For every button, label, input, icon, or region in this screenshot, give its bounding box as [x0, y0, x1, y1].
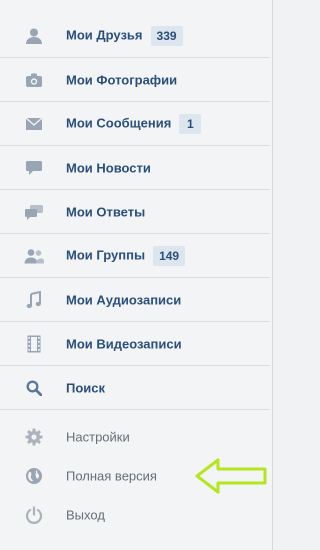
- menu-item-search[interactable]: Поиск: [0, 366, 270, 410]
- menu-item-news[interactable]: Мои Новости: [0, 146, 270, 190]
- globe-icon: [24, 466, 44, 486]
- group-icon: [24, 246, 44, 266]
- friends-count-badge: 339: [150, 25, 183, 46]
- power-icon: [24, 505, 44, 525]
- menu-item-label: Полная версия: [66, 468, 157, 484]
- menu-item-label: Мои Сообщения: [66, 114, 172, 130]
- menu-item-groups[interactable]: Мои Группы 149: [0, 234, 270, 278]
- user-icon: [24, 26, 44, 46]
- menu-item-label: Поиск: [66, 380, 106, 395]
- speech-bubble-icon: [24, 158, 44, 178]
- menu-item-label: Мои Аудиозаписи: [66, 292, 182, 307]
- menu-item-settings[interactable]: Настройки: [0, 415, 270, 459]
- gear-icon: [24, 427, 44, 447]
- annotation-arrow-icon: [195, 458, 267, 494]
- menu-item-label: Мои Группы: [66, 246, 146, 262]
- film-icon: [24, 334, 44, 354]
- menu-item-label: Мои Видеозаписи: [66, 336, 182, 351]
- menu-item-replies[interactable]: Мои Ответы: [0, 190, 270, 234]
- menu-item-messages[interactable]: Мои Сообщения 1: [0, 102, 270, 146]
- menu-item-label: Мои Друзья: [66, 26, 143, 42]
- menu-item-logout[interactable]: Выход: [0, 493, 270, 537]
- menu-item-label: Мои Новости: [66, 160, 151, 175]
- menu-item-audio[interactable]: Мои Аудиозаписи: [0, 278, 270, 322]
- menu-item-video[interactable]: Мои Видеозаписи: [0, 322, 270, 366]
- menu-item-label: Мои Фотографии: [66, 72, 178, 87]
- camera-icon: [24, 70, 44, 90]
- menu-item-friends[interactable]: Мои Друзья 339: [0, 14, 270, 58]
- messages-count-badge: 1: [179, 113, 202, 134]
- menu-item-label: Выход: [66, 507, 105, 523]
- menu-item-label: Мои Ответы: [66, 204, 146, 219]
- music-note-icon: [24, 290, 44, 310]
- menu-item-photos[interactable]: Мои Фотографии: [0, 58, 270, 102]
- menu-item-label: Настройки: [66, 429, 130, 445]
- speech-bubbles-icon: [24, 202, 44, 222]
- side-menu: Мои Друзья 339 Мои Фотографии Мои Сообщен…: [0, 0, 273, 550]
- groups-count-badge: 149: [153, 245, 186, 266]
- envelope-icon: [24, 114, 44, 134]
- search-icon: [24, 378, 44, 398]
